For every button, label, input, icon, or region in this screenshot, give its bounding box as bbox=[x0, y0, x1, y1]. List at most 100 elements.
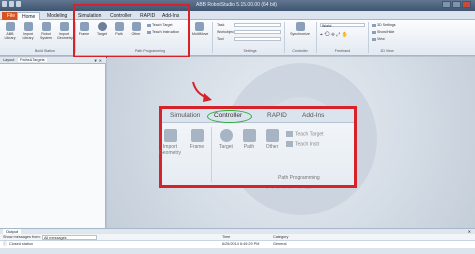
robot-system-button[interactable]: Robot System bbox=[39, 22, 53, 40]
info-icon: ⓘ bbox=[3, 242, 7, 246]
output-toolbar: Show messages from: All messages Time Ca… bbox=[0, 234, 475, 241]
zoom-tab-simulation[interactable]: Simulation bbox=[170, 112, 200, 119]
tab-modeling[interactable]: Modeling bbox=[43, 12, 71, 20]
robot-system-label: Robot System bbox=[40, 32, 52, 40]
output-row[interactable]: ⓘ Closed station 6/26/2014 6:49:29 PM Ge… bbox=[0, 241, 475, 248]
zoomed-ribbon-callout: Simulation Controller RAPID Add-Ins Impo… bbox=[159, 106, 357, 188]
quick-access-toolbar[interactable] bbox=[2, 1, 28, 9]
import-library-icon bbox=[23, 22, 33, 31]
multimove-icon bbox=[194, 22, 204, 31]
multimove-button[interactable]: MultiMove bbox=[192, 22, 209, 36]
task-label: Task bbox=[217, 23, 225, 27]
import-geometry-button[interactable]: Import Geometry bbox=[57, 22, 73, 40]
import-library-button[interactable]: Import Library bbox=[21, 22, 35, 40]
show-hide-icon bbox=[372, 30, 376, 34]
import-library-label: Import Library bbox=[22, 32, 34, 40]
output-message: Closed station bbox=[9, 242, 34, 246]
zoom-import-geometry-label: Import Geometry bbox=[159, 144, 181, 156]
view-icon bbox=[372, 37, 376, 41]
maximize-icon[interactable] bbox=[452, 1, 461, 8]
zoom-other-button[interactable]: Other bbox=[261, 129, 283, 150]
workobject-select[interactable] bbox=[234, 30, 281, 34]
path-icon bbox=[242, 129, 256, 142]
3d-settings-label: 3D Settings bbox=[377, 23, 396, 27]
category-column-header[interactable]: Category bbox=[273, 235, 288, 239]
view-button[interactable]: View bbox=[372, 37, 385, 41]
tab-home[interactable]: Home bbox=[17, 12, 41, 20]
target-icon bbox=[219, 129, 233, 142]
view-label: View bbox=[377, 37, 385, 41]
ribbon-tabs: File Home Modeling Simulation Controller… bbox=[0, 11, 475, 20]
tab-paths-targets[interactable]: Paths&Targets bbox=[18, 58, 47, 62]
time-column-header[interactable]: Time bbox=[222, 235, 230, 239]
zoom-path-button[interactable]: Path bbox=[238, 129, 260, 150]
show-hide-button[interactable]: Show/Hide bbox=[372, 30, 394, 34]
zoom-tabs: Simulation Controller RAPID Add-Ins bbox=[162, 109, 354, 123]
group-separator bbox=[211, 127, 212, 182]
ribbon-highlight bbox=[73, 4, 190, 58]
tool-label: Tool bbox=[217, 37, 224, 41]
left-panel-header: Layout Paths&Targets ▼ ✕ bbox=[0, 57, 106, 64]
controller-highlight-ring bbox=[207, 110, 252, 123]
abb-library-button[interactable]: ABB Library bbox=[3, 22, 17, 40]
zoom-teach-target-button[interactable]: Teach Target bbox=[286, 131, 324, 137]
zoom-tab-rapid[interactable]: RAPID bbox=[267, 112, 287, 119]
zoom-teach-instruction-label: Teach Instr bbox=[295, 141, 320, 148]
output-time: 6/26/2014 6:49:29 PM bbox=[222, 242, 260, 246]
build-station-group-label: Build Station bbox=[34, 49, 56, 53]
zoom-other-label: Other bbox=[265, 144, 279, 150]
zoom-target-button[interactable]: Target bbox=[215, 129, 237, 150]
library-icon bbox=[5, 22, 15, 31]
reference-select[interactable]: World bbox=[320, 23, 365, 28]
panel-close-icon[interactable]: ▼ ✕ bbox=[94, 58, 102, 63]
multimove-label: MultiMove bbox=[192, 32, 209, 36]
zoom-path-programming-label: Path Programming bbox=[278, 175, 320, 181]
callout-arrow-icon bbox=[192, 81, 212, 102]
window-controls bbox=[442, 1, 471, 8]
synchronize-button[interactable]: Synchronize bbox=[290, 22, 310, 36]
tab-layout[interactable]: Layout bbox=[3, 58, 14, 62]
zoom-path-label: Path bbox=[243, 144, 255, 150]
ribbon: ABB Library Import Library Robot System … bbox=[0, 20, 475, 56]
zoom-import-geometry-button[interactable]: Import Geometry bbox=[156, 129, 184, 156]
group-separator bbox=[316, 22, 317, 53]
import-geometry-label: Import Geometry bbox=[57, 32, 73, 40]
save-icon[interactable] bbox=[2, 1, 7, 7]
title-bar: ABB RobotStudio 5.15.00.00 (64 bit) bbox=[0, 0, 475, 11]
import-geometry-icon bbox=[59, 22, 69, 31]
redo-icon[interactable] bbox=[16, 1, 21, 7]
show-hide-label: Show/Hide bbox=[377, 30, 395, 34]
window-title: ABB RobotStudio 5.15.00.00 (64 bit) bbox=[196, 2, 277, 8]
group-separator bbox=[212, 22, 213, 53]
filter-select[interactable]: All messages bbox=[42, 234, 97, 240]
zoom-tab-add-ins[interactable]: Add-Ins bbox=[302, 112, 324, 119]
3d-settings-icon bbox=[372, 23, 376, 27]
freehand-tools[interactable]: ⌖ ⟲ ✥ ⤢ ✋ bbox=[320, 32, 348, 38]
import-geometry-icon bbox=[163, 129, 177, 142]
synchronize-icon bbox=[295, 22, 305, 31]
status-bar bbox=[0, 248, 475, 254]
close-icon[interactable] bbox=[462, 1, 471, 8]
group-separator bbox=[368, 22, 369, 53]
teach-target-icon bbox=[286, 131, 293, 137]
zoom-teach-instruction-button[interactable]: Teach Instr bbox=[286, 141, 319, 147]
zoom-target-label: Target bbox=[219, 144, 233, 150]
workobject-label: Workobject bbox=[217, 30, 235, 34]
synchronize-label: Synchronize bbox=[290, 32, 310, 36]
task-select[interactable] bbox=[234, 23, 281, 27]
teach-instruction-icon bbox=[286, 141, 293, 147]
minimize-icon[interactable] bbox=[442, 1, 451, 8]
left-panel bbox=[0, 64, 106, 228]
output-category: General bbox=[273, 242, 287, 246]
undo-icon[interactable] bbox=[9, 1, 14, 7]
controller-group-label: Controller bbox=[292, 49, 308, 53]
3d-settings-button[interactable]: 3D Settings bbox=[372, 23, 396, 27]
frame-icon bbox=[190, 129, 204, 142]
freehand-group-label: Freehand bbox=[334, 49, 351, 53]
zoom-frame-label: Frame bbox=[189, 144, 205, 150]
other-icon bbox=[265, 129, 279, 142]
settings-group-label: Settings bbox=[243, 49, 257, 53]
zoom-frame-button[interactable]: Frame bbox=[186, 129, 208, 150]
tool-select[interactable] bbox=[234, 37, 281, 41]
zoom-teach-target-label: Teach Target bbox=[295, 131, 324, 138]
